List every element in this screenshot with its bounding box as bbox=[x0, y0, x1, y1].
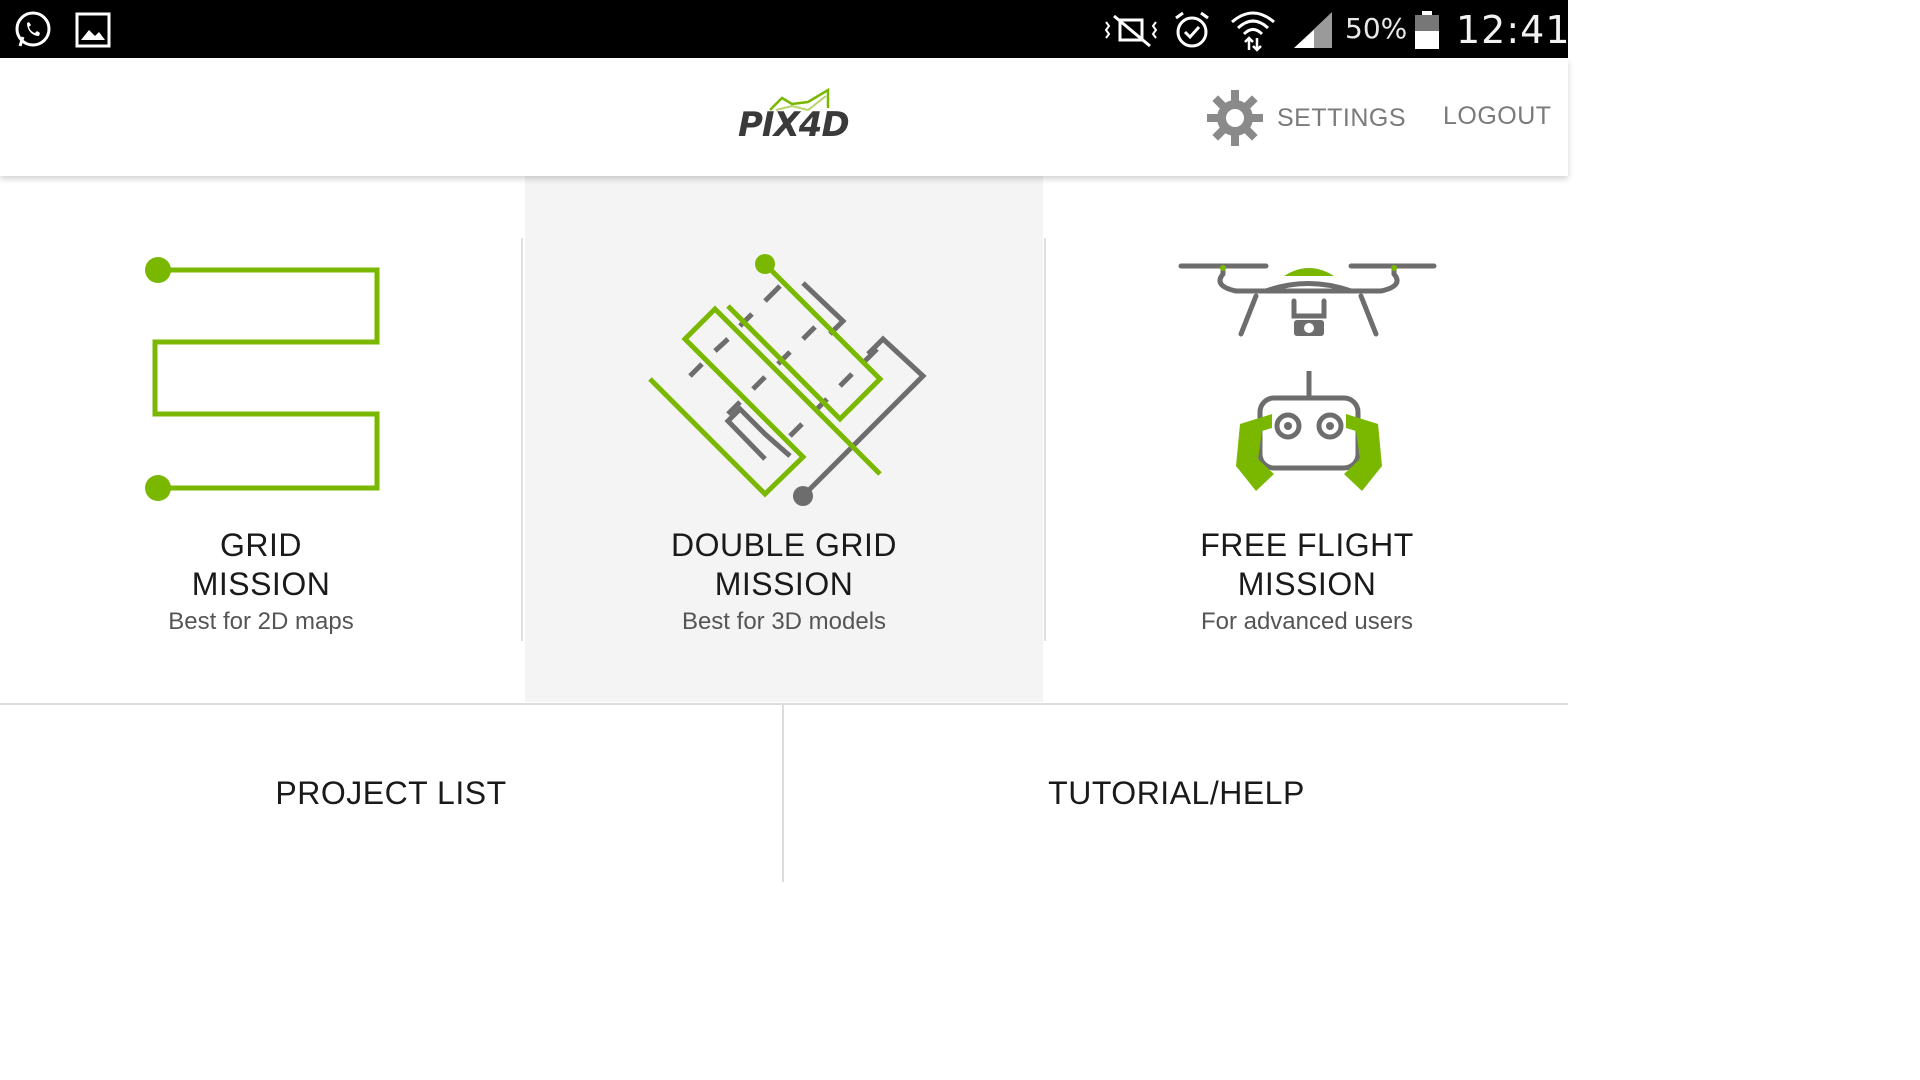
divider bbox=[521, 238, 523, 641]
wifi-icon bbox=[1231, 11, 1275, 52]
battery-percent: 50% bbox=[1345, 12, 1408, 45]
drone-remote-icon bbox=[1178, 263, 1437, 491]
mission-grid: GRID MISSION Best for 2D maps DOUBLE GRI… bbox=[0, 176, 1568, 704]
mission-title: GRID MISSION bbox=[191, 527, 331, 602]
mission-title: DOUBLE GRID MISSION bbox=[671, 527, 897, 602]
status-bar: 50% 12:41 bbox=[0, 0, 1571, 58]
mute-icon bbox=[1104, 14, 1158, 48]
clock: 12:41 bbox=[1456, 8, 1571, 52]
gallery-icon bbox=[75, 12, 111, 48]
signal-icon bbox=[1294, 12, 1332, 48]
whatsapp-icon bbox=[15, 11, 51, 47]
double-grid-mission-card[interactable]: DOUBLE GRID MISSION Best for 3D models bbox=[525, 176, 1043, 702]
mission-title: FREE FLIGHT MISSION bbox=[1200, 527, 1414, 602]
gear-icon bbox=[1207, 90, 1263, 146]
mission-subtitle: Best for 3D models bbox=[681, 608, 887, 635]
free-flight-mission-card[interactable]: FREE FLIGHT MISSION For advanced users bbox=[1046, 176, 1568, 702]
project-list-button[interactable]: PROJECT LIST bbox=[0, 705, 782, 882]
alarm-icon bbox=[1175, 11, 1209, 48]
tutorial-help-button[interactable]: TUTORIAL/HELP bbox=[785, 705, 1568, 882]
double-grid-path-icon bbox=[648, 254, 927, 506]
app-header: PIX4D SETTINGS LOGOUT bbox=[0, 58, 1568, 176]
logo-text: PIX4D bbox=[738, 105, 850, 145]
battery-icon bbox=[1415, 11, 1439, 49]
grid-mission-card[interactable]: GRID MISSION Best for 2D maps bbox=[0, 176, 522, 702]
logout-button[interactable]: LOGOUT bbox=[1443, 102, 1552, 131]
grid-path-icon bbox=[145, 257, 380, 501]
mission-subtitle: Best for 2D maps bbox=[168, 608, 354, 635]
settings-button[interactable]: SETTINGS bbox=[1205, 88, 1406, 148]
settings-label: SETTINGS bbox=[1277, 103, 1407, 132]
divider bbox=[782, 705, 784, 882]
mission-subtitle: For advanced users bbox=[1200, 608, 1414, 635]
